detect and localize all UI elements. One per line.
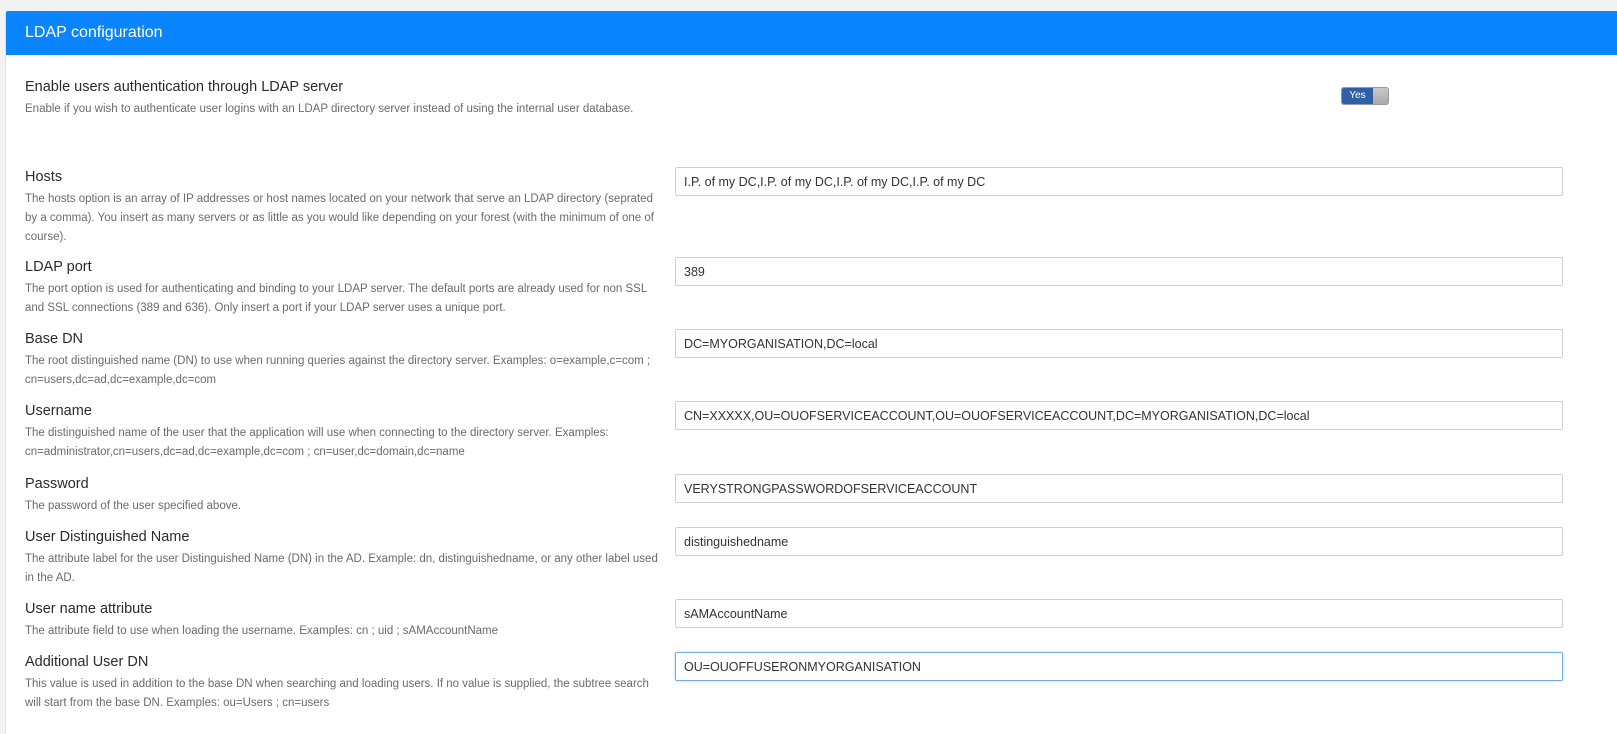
additional-user-dn-input[interactable]: [675, 652, 1563, 681]
hosts-input[interactable]: [675, 167, 1563, 196]
user-name-attribute-input[interactable]: [675, 599, 1563, 628]
username-label: Username: [25, 403, 92, 419]
password-input[interactable]: [675, 474, 1563, 503]
password-label: Password: [25, 476, 89, 492]
base-dn-label: Base DN: [25, 331, 84, 347]
user-name-attribute-label: User name attribute: [25, 601, 153, 617]
enable-ldap-toggle[interactable]: Yes: [1341, 87, 1389, 105]
additional-user-dn-description: This value is used in addition to the ba…: [25, 678, 649, 709]
base-dn-input[interactable]: [675, 329, 1563, 358]
base-dn-description: The root distinguished name (DN) to use …: [25, 355, 651, 386]
user-name-attribute-description: The attribute field to use when loading …: [25, 625, 499, 637]
hosts-label: Hosts: [25, 169, 63, 185]
hosts-description: The hosts option is an array of IP addre…: [25, 193, 654, 243]
username-input[interactable]: [675, 401, 1563, 430]
user-distinguished-name-input[interactable]: [675, 527, 1563, 556]
enable-ldap-row: Enable users authentication through LDAP…: [25, 77, 1605, 137]
user-distinguished-name-label: User Distinguished Name: [25, 529, 190, 545]
user-distinguished-name-description: The attribute label for the user Disting…: [25, 553, 658, 584]
ldap-port-input[interactable]: [675, 257, 1563, 286]
ldap-port-description: The port option is used for authenticati…: [25, 283, 647, 314]
toggle-on-label: Yes: [1342, 88, 1374, 104]
panel-header: LDAP configuration: [6, 11, 1617, 55]
ldap-config-panel: LDAP configuration Enable users authenti…: [5, 11, 1617, 734]
username-description: The distinguished name of the user that …: [25, 427, 609, 458]
ldap-port-label: LDAP port: [25, 259, 92, 275]
toggle-knob: [1373, 88, 1388, 104]
password-description: The password of the user specified above…: [25, 500, 242, 512]
additional-user-dn-label: Additional User DN: [25, 654, 149, 670]
panel-title: LDAP configuration: [25, 24, 163, 41]
